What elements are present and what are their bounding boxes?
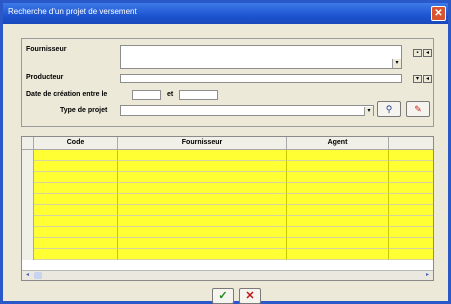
row-selector[interactable] <box>22 150 34 161</box>
row-selector[interactable] <box>22 172 34 183</box>
column-header-agent[interactable]: Agent <box>287 137 389 150</box>
table-cell[interactable] <box>287 238 389 249</box>
table-cell[interactable] <box>34 227 118 238</box>
row-selector[interactable] <box>22 227 34 238</box>
et-label: et <box>167 91 174 98</box>
table-cell[interactable] <box>118 249 287 260</box>
table-cell[interactable] <box>389 150 433 161</box>
row-selector[interactable] <box>22 161 34 172</box>
table-cell[interactable] <box>34 205 118 216</box>
table-cell[interactable] <box>34 238 118 249</box>
close-button[interactable]: ✕ <box>431 6 446 21</box>
fournisseur-label: Fournisseur <box>26 46 67 53</box>
scroll-thumb[interactable] <box>34 272 42 279</box>
table-cell[interactable] <box>389 227 433 238</box>
producteur-label: Producteur <box>26 74 64 81</box>
column-header-code[interactable]: Code <box>34 137 118 150</box>
fournisseur-field[interactable]: ▾ <box>120 45 402 69</box>
table-cell[interactable] <box>287 249 389 260</box>
fournisseur-scroll-icon[interactable]: ▾ <box>392 59 401 68</box>
table-cell[interactable] <box>34 249 118 260</box>
title-bar: Recherche d'un projet de versement ✕ <box>3 3 448 24</box>
table-cell[interactable] <box>287 205 389 216</box>
table-cell[interactable] <box>389 172 433 183</box>
type-projet-select[interactable]: ▾ <box>120 105 374 116</box>
table-cell[interactable] <box>389 205 433 216</box>
table-cell[interactable] <box>118 172 287 183</box>
row-selector[interactable] <box>22 194 34 205</box>
table-cell[interactable] <box>34 216 118 227</box>
table-cell[interactable] <box>118 161 287 172</box>
date-label: Date de création entre le <box>26 91 108 98</box>
table-cell[interactable] <box>34 194 118 205</box>
table-cell[interactable] <box>118 238 287 249</box>
table-cell[interactable] <box>389 216 433 227</box>
table-cell[interactable] <box>118 194 287 205</box>
date-to-field[interactable] <box>179 90 218 100</box>
fournisseur-menu-button[interactable]: ◂ <box>423 49 432 57</box>
dialog-window: Recherche d'un projet de versement ✕ Fou… <box>0 0 451 304</box>
table-cell[interactable] <box>34 150 118 161</box>
column-header-extra[interactable] <box>389 137 433 150</box>
confirm-button[interactable]: ✓ <box>212 288 234 304</box>
column-header-fournisseur[interactable]: Fournisseur <box>118 137 287 150</box>
fournisseur-select-button[interactable]: ▪ <box>413 49 422 57</box>
table-cell[interactable] <box>287 172 389 183</box>
table-cell[interactable] <box>287 194 389 205</box>
table-cell[interactable] <box>287 216 389 227</box>
row-selector[interactable] <box>22 205 34 216</box>
producteur-field[interactable] <box>120 74 402 83</box>
producteur-menu-button[interactable]: ◂ <box>423 75 432 83</box>
table-cell[interactable] <box>389 161 433 172</box>
table-cell[interactable] <box>287 227 389 238</box>
row-selector[interactable] <box>22 238 34 249</box>
results-table: Code Fournisseur Agent ◂ ▸ <box>21 136 434 281</box>
chevron-down-icon[interactable]: ▾ <box>364 107 373 116</box>
table-cell[interactable] <box>118 216 287 227</box>
table-cell[interactable] <box>389 194 433 205</box>
scroll-right-icon[interactable]: ▸ <box>423 272 432 279</box>
binoculars-icon: ⚲ <box>385 104 393 114</box>
date-from-field[interactable] <box>132 90 161 100</box>
horizontal-scrollbar[interactable]: ◂ ▸ <box>22 270 433 280</box>
window-title: Recherche d'un projet de versement <box>8 7 137 16</box>
row-selector[interactable] <box>22 216 34 227</box>
producteur-dropdown-button[interactable]: ▾ <box>413 75 422 83</box>
table-cell[interactable] <box>34 183 118 194</box>
cancel-button[interactable]: ✕ <box>239 288 261 304</box>
row-header-corner <box>22 137 34 150</box>
scroll-left-icon[interactable]: ◂ <box>23 272 32 279</box>
table-cell[interactable] <box>389 249 433 260</box>
table-cell[interactable] <box>34 161 118 172</box>
search-criteria-panel: Fournisseur ▾ ▪ ◂ Producteur ▾ ◂ Date de… <box>21 38 434 127</box>
table-cell[interactable] <box>287 150 389 161</box>
table-cell[interactable] <box>389 183 433 194</box>
row-selector[interactable] <box>22 183 34 194</box>
table-cell[interactable] <box>118 205 287 216</box>
table-cell[interactable] <box>118 150 287 161</box>
cross-icon: ✕ <box>245 290 255 302</box>
type-label: Type de projet <box>60 107 108 114</box>
checkmark-icon: ✓ <box>218 290 228 302</box>
clear-button[interactable]: ✎ <box>406 101 430 117</box>
search-button[interactable]: ⚲ <box>377 101 401 117</box>
table-cell[interactable] <box>287 183 389 194</box>
table-cell[interactable] <box>287 161 389 172</box>
row-selector[interactable] <box>22 249 34 260</box>
table-cell[interactable] <box>34 172 118 183</box>
table-cell[interactable] <box>389 238 433 249</box>
table-cell[interactable] <box>118 183 287 194</box>
eraser-icon: ✎ <box>414 104 422 114</box>
table-cell[interactable] <box>118 227 287 238</box>
